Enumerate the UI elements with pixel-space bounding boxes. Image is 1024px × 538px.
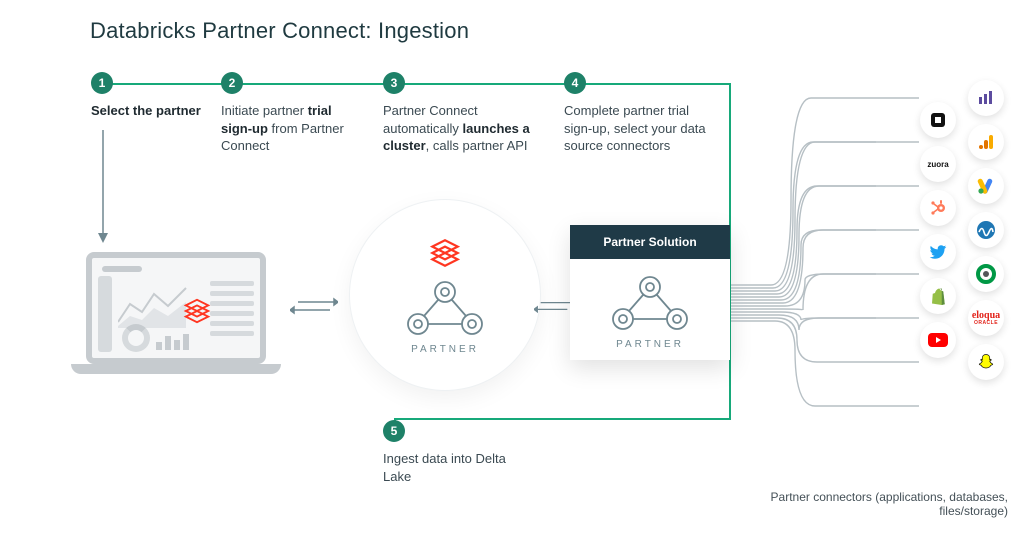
databricks-logo-icon: [428, 236, 462, 270]
arrow-down-icon: [96, 130, 110, 245]
diagram-canvas: Databricks Partner Connect: Ingestion 1 …: [0, 0, 1024, 538]
connector-chips: zuora eloquaORACLE: [920, 80, 1004, 380]
step-text-2: Initiate partner trial sign-up from Part…: [221, 102, 356, 155]
bidirectional-arrow-icon: [290, 296, 338, 316]
dashboard-area-chart-icon: [118, 282, 188, 328]
connector-eloqua-icon: eloquaORACLE: [968, 300, 1004, 336]
step-num-4: 4: [572, 76, 579, 90]
connectors-footer-label: Partner connectors (applications, databa…: [758, 490, 1008, 518]
connector-google-ads-icon: [968, 168, 1004, 204]
bidirectional-arrow-icon: [534, 296, 574, 316]
flow-line-bottom: [394, 418, 731, 420]
step-text-4: Complete partner trial sign-up, select y…: [564, 102, 714, 155]
connector-square-icon: [920, 102, 956, 138]
partner-label: PARTNER: [411, 344, 479, 355]
step-badge-2: 2: [221, 72, 243, 94]
laptop-icon: [86, 252, 281, 374]
laptop-screen: [86, 252, 266, 364]
step-badge-1: 1: [91, 72, 113, 94]
step-num-2: 2: [229, 76, 236, 90]
flow-line-top: [101, 83, 731, 85]
partner-solution-card: Partner Solution PARTNER: [570, 225, 730, 360]
partner-nodes-icon: [400, 278, 490, 338]
step-badge-5: 5: [383, 420, 405, 442]
step-text-5: Ingest data into Delta Lake: [383, 450, 533, 485]
step5-pre: Ingest data into Delta Lake: [383, 451, 506, 484]
step-badge-3: 3: [383, 72, 405, 94]
step-bold-1: Select the partner: [91, 103, 201, 118]
connector-google-analytics-icon: [968, 124, 1004, 160]
connector-amplitude-icon: [968, 212, 1004, 248]
step-text-3: Partner Connect automatically launches a…: [383, 102, 538, 155]
dashboard-bars-icon: [156, 334, 189, 350]
connector-snapchat-icon: [968, 344, 1004, 380]
connector-qlik-icon: [968, 256, 1004, 292]
step2-pre: Initiate partner: [221, 103, 308, 118]
step3-post: , calls partner API: [426, 138, 528, 153]
connector-twitter-icon: [920, 234, 956, 270]
step4-pre: Complete partner trial sign-up, select y…: [564, 103, 706, 153]
step-num-3: 3: [391, 76, 398, 90]
connector-marketo-icon: [968, 80, 1004, 116]
step-num-1: 1: [99, 76, 106, 90]
connector-shopify-icon: [920, 278, 956, 314]
databricks-logo-icon: [182, 296, 212, 326]
partner-nodes-icon: [605, 273, 695, 333]
connector-hubspot-icon: [920, 190, 956, 226]
partner-connect-circle: PARTNER: [350, 200, 540, 390]
step-text-1: Select the partner: [91, 102, 201, 120]
fanout-wires: [731, 80, 921, 490]
connector-youtube-icon: [920, 322, 956, 358]
page-title: Databricks Partner Connect: Ingestion: [90, 18, 469, 44]
connector-zuora-icon: zuora: [920, 146, 956, 182]
step-num-5: 5: [391, 424, 398, 438]
step-badge-4: 4: [564, 72, 586, 94]
partner-solution-header: Partner Solution: [570, 225, 730, 259]
dashboard-donut-icon: [122, 324, 150, 352]
partner-label: PARTNER: [616, 339, 684, 350]
